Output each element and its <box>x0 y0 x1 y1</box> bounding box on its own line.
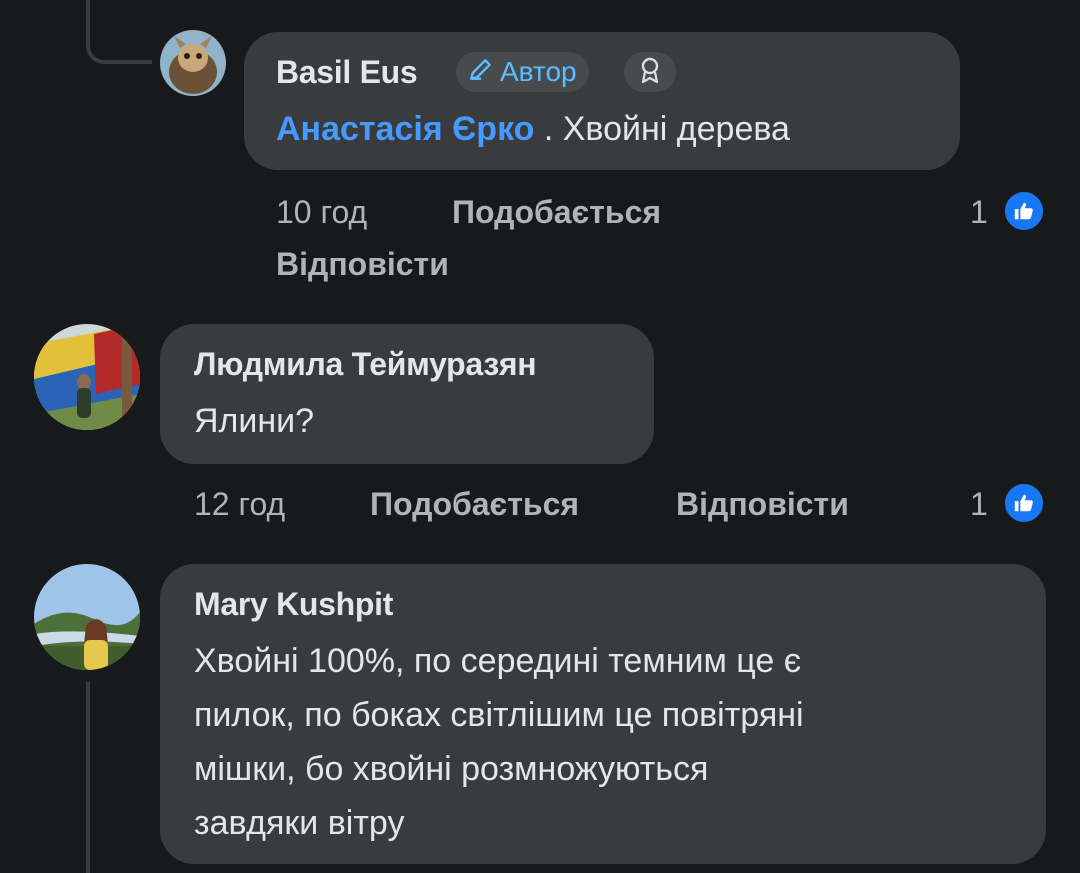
author-name[interactable]: Людмила Теймуразян <box>194 346 537 383</box>
comment-time[interactable]: 12 год <box>194 486 285 523</box>
comment-text-line: завдяки вітру <box>194 804 405 842</box>
author-name[interactable]: Basil Eus <box>276 54 418 91</box>
comment-text: Анастасія Єрко . Хвойні дерева <box>276 104 790 154</box>
comment-text-line: пилок, по боках світлішим це повітряні <box>194 696 804 734</box>
comment-text-line: мішки, бо хвойні розмножуються <box>194 750 709 788</box>
thread-connector <box>86 0 152 64</box>
award-icon <box>638 56 662 89</box>
reaction-count[interactable]: 1 <box>970 486 988 523</box>
comment-text: Ялини? <box>194 402 315 440</box>
comment-text-line: Хвойні 100%, по середині темним це є <box>194 642 802 680</box>
reaction-count[interactable]: 1 <box>970 194 988 231</box>
like-button[interactable]: Подобається <box>452 194 661 231</box>
reply-button[interactable]: Відповісти <box>276 246 449 283</box>
comment-time[interactable]: 10 год <box>276 194 367 231</box>
avatar[interactable] <box>34 324 140 430</box>
like-button[interactable]: Подобається <box>370 486 579 523</box>
author-name[interactable]: Mary Kushpit <box>194 586 393 623</box>
comment-thread: Basil Eus Автор Анастасія Єрко . Хвойні … <box>0 0 1080 873</box>
mention-link[interactable]: Анастасія Єрко <box>276 110 534 148</box>
thumbs-up-icon[interactable] <box>1002 481 1046 525</box>
avatar[interactable] <box>160 30 226 96</box>
avatar[interactable] <box>34 564 140 670</box>
award-badge[interactable] <box>624 52 676 92</box>
author-badge-label: Автор <box>500 56 577 87</box>
thumbs-up-icon[interactable] <box>1002 189 1046 233</box>
thread-connector <box>86 682 90 873</box>
reply-button[interactable]: Відповісти <box>676 486 849 523</box>
pencil-icon <box>468 56 494 89</box>
author-badge[interactable]: Автор <box>456 52 589 92</box>
comment-body: . Хвойні дерева <box>534 110 790 148</box>
